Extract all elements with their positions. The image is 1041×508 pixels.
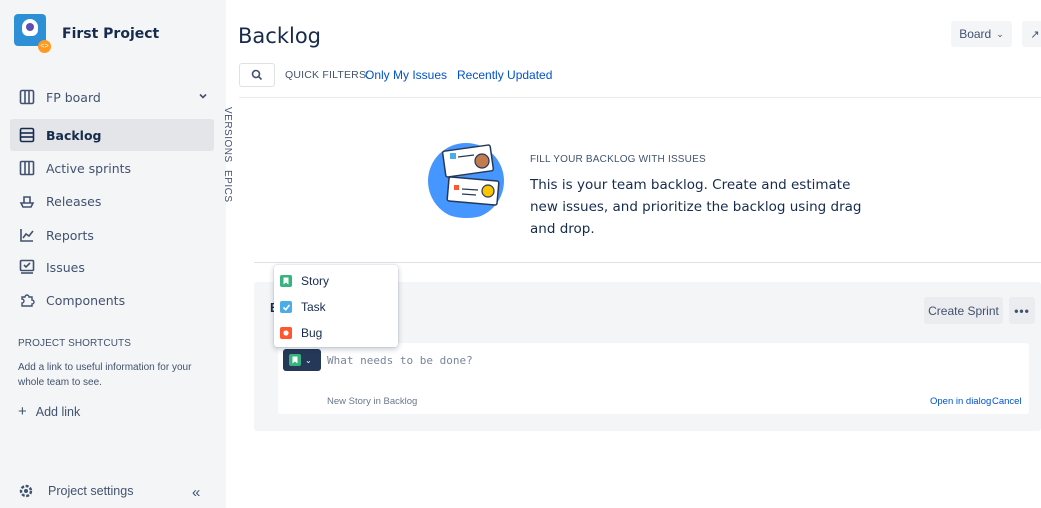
new-story-hint: New Story in Backlog: [327, 396, 418, 407]
project-header[interactable]: <> First Project: [14, 14, 159, 54]
backlog-icon: [18, 127, 36, 143]
project-avatar: <>: [14, 14, 51, 54]
story-icon: [289, 354, 301, 366]
quick-filters-label: QUICK FILTERS:: [285, 69, 370, 81]
issue-summary-input[interactable]: [327, 351, 627, 369]
shortcuts-description: Add a link to useful information for you…: [18, 362, 192, 388]
story-icon: [280, 275, 292, 287]
sidebar-item-backlog[interactable]: Backlog: [10, 119, 214, 151]
menu-item-label: Bug: [301, 326, 323, 340]
shortcuts-heading: PROJECT SHORTCUTS: [18, 338, 132, 349]
board-button[interactable]: Board ⌄: [951, 21, 1012, 47]
add-link-label: Add link: [35, 404, 81, 419]
sidebar-item-reports[interactable]: Reports: [10, 219, 214, 251]
empty-state-text: This is your team backlog. Create and es…: [530, 177, 862, 237]
chevron-down-icon: [199, 93, 207, 99]
issue-type-picker[interactable]: ⌄: [283, 349, 321, 371]
cancel-link[interactable]: Cancel: [992, 396, 1022, 407]
tab-versions[interactable]: VERSIONS: [222, 107, 233, 163]
more-actions-button[interactable]: •••: [1009, 297, 1035, 324]
columns-icon: [18, 160, 36, 176]
issue-type-menu: Story Task Bug: [274, 265, 398, 347]
search-button[interactable]: [239, 63, 275, 87]
gear-icon: [19, 484, 33, 498]
puzzle-icon: [18, 292, 36, 308]
page-title: Backlog: [238, 24, 321, 48]
tab-epics[interactable]: EPICS: [222, 170, 233, 203]
filter-only-my-issues[interactable]: Only My Issues: [365, 68, 447, 82]
expand-icon: ↗: [1030, 28, 1040, 41]
project-settings-link[interactable]: Project settings: [18, 483, 133, 499]
menu-item-label: Task: [301, 300, 326, 314]
sidebar-item-issues[interactable]: Issues: [10, 251, 214, 283]
filter-recently-updated[interactable]: Recently Updated: [457, 68, 552, 82]
add-link-button[interactable]: + Add link: [18, 403, 80, 420]
menu-item-task[interactable]: Task: [280, 297, 326, 317]
menu-item-label: Story: [301, 274, 330, 288]
expand-button[interactable]: ↗: [1022, 21, 1041, 47]
empty-state-heading: FILL YOUR BACKLOG WITH ISSUES: [530, 154, 706, 165]
chevron-down-icon: ⌄: [305, 355, 312, 365]
section-divider: [254, 262, 1041, 263]
board-selector[interactable]: FP board: [10, 81, 214, 113]
sidebar-item-label: Reports: [46, 227, 94, 243]
collapse-sidebar-icon[interactable]: «: [192, 484, 200, 501]
open-in-dialog-link[interactable]: Open in dialog: [930, 396, 991, 407]
sidebar-item-releases[interactable]: Releases: [10, 185, 214, 217]
board-selector-label: FP board: [46, 89, 101, 105]
backlog-illustration: [428, 143, 504, 223]
task-icon: [280, 301, 292, 313]
sidebar-item-label: Active sprints: [46, 160, 132, 176]
project-settings-label: Project settings: [48, 484, 134, 498]
project-title[interactable]: First Project: [62, 26, 159, 42]
sidebar-item-label: Releases: [46, 193, 102, 209]
menu-item-bug[interactable]: Bug: [280, 323, 322, 343]
ship-icon: [18, 193, 36, 209]
header-divider: [239, 97, 1041, 98]
sidebar: <> First Project FP board Backlog Active…: [0, 0, 226, 508]
issues-icon: [18, 259, 36, 275]
sidebar-item-label: Issues: [46, 259, 85, 275]
create-sprint-button[interactable]: Create Sprint: [924, 297, 1003, 324]
sidebar-item-components[interactable]: Components: [10, 284, 214, 316]
code-badge-icon: <>: [38, 40, 51, 53]
board-button-label: Board: [959, 27, 992, 41]
bug-icon: [280, 327, 292, 339]
plus-icon: +: [18, 403, 27, 420]
menu-item-story[interactable]: Story: [280, 271, 329, 291]
sidebar-item-active-sprints[interactable]: Active sprints: [10, 152, 214, 184]
sidebar-item-label: Components: [46, 292, 126, 308]
chart-icon: [18, 227, 36, 243]
search-icon: [251, 69, 263, 81]
board-icon: [18, 89, 36, 105]
sidebar-item-label: Backlog: [46, 127, 102, 143]
chevron-down-icon: ⌄: [996, 28, 1004, 39]
